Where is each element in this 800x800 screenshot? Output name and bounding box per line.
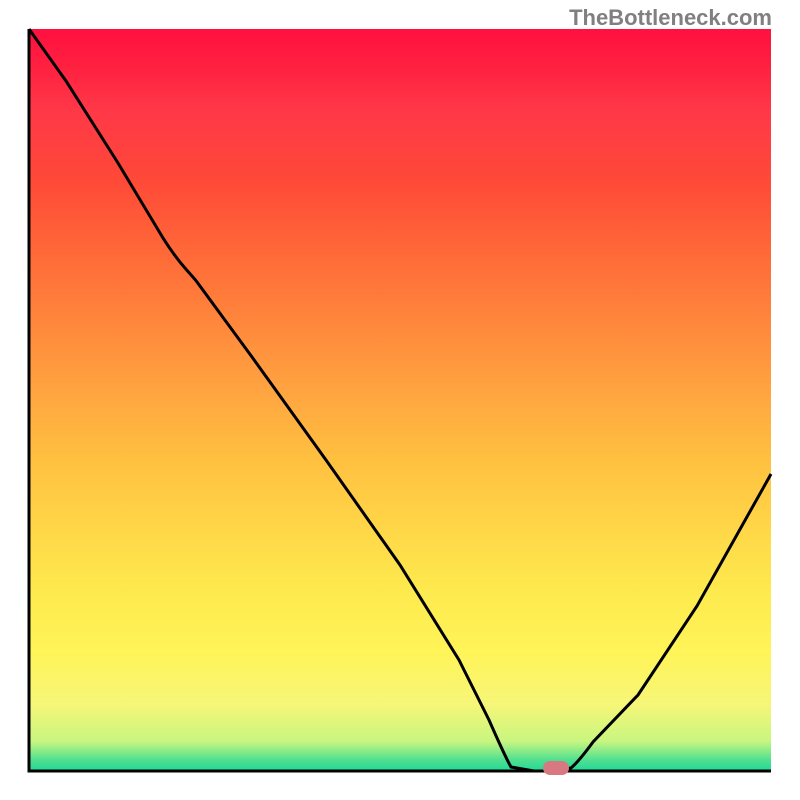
minimum-marker [543, 761, 569, 775]
chart-svg [0, 0, 800, 800]
bottleneck-chart: TheBottleneck.com [0, 0, 800, 800]
bottleneck-curve-line [29, 29, 771, 771]
